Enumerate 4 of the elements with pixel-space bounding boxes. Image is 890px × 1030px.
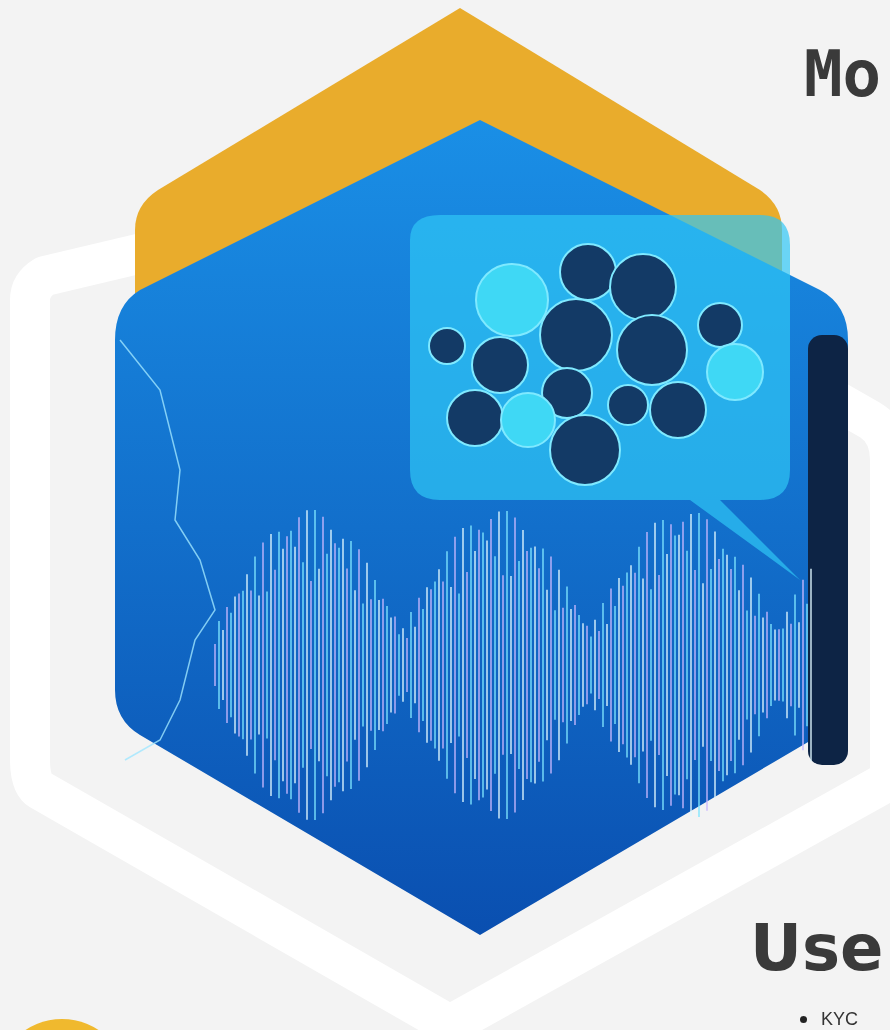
bullet-icon xyxy=(800,1015,807,1023)
section-heading: Use xyxy=(750,916,884,980)
list-item: KYC xyxy=(821,1010,858,1028)
section-heading: Mo xyxy=(804,42,882,106)
